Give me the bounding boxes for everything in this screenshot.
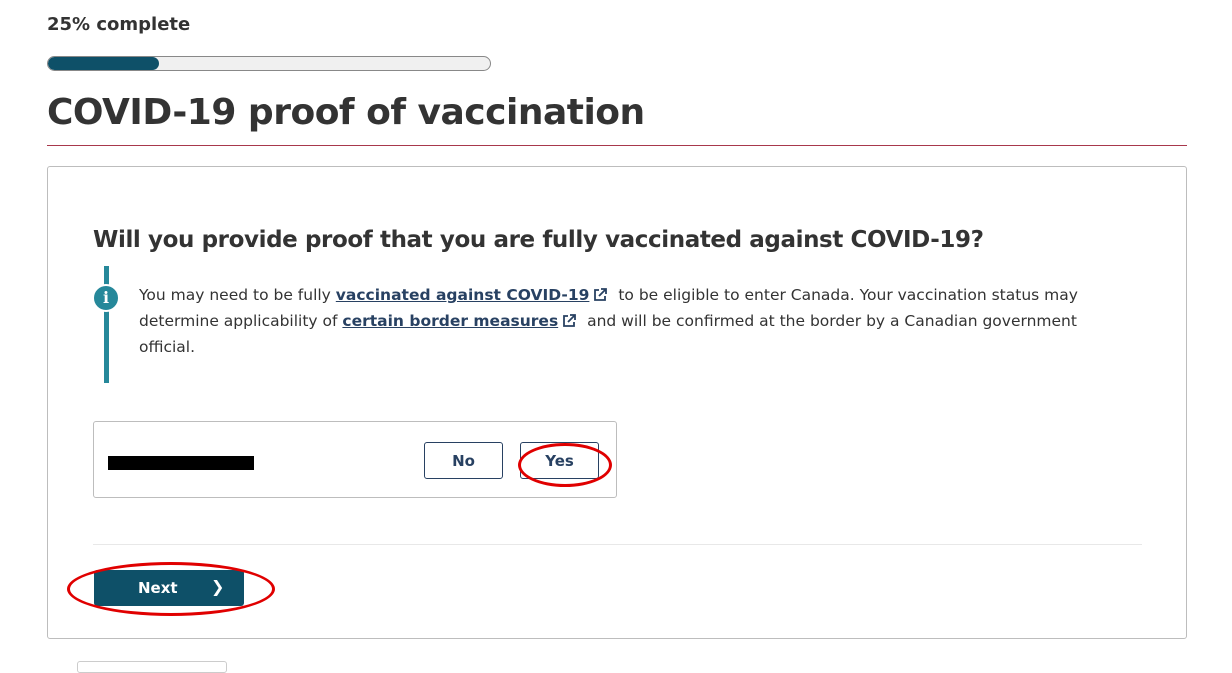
yes-button[interactable]: Yes <box>520 442 599 479</box>
info-icon: i <box>92 284 120 312</box>
external-link-icon <box>563 314 577 327</box>
bottom-button-stub[interactable] <box>77 661 227 673</box>
title-divider <box>47 145 1187 146</box>
progress-bar <box>47 56 491 71</box>
progress-bar-fill <box>48 57 159 70</box>
question-card: Will you provide proof that you are full… <box>47 166 1187 639</box>
info-text-part: You may need to be fully <box>139 286 336 304</box>
progress-label: 25% complete <box>47 14 191 35</box>
no-button[interactable]: No <box>424 442 503 479</box>
info-text: You may need to be fully vaccinated agai… <box>139 282 1114 360</box>
border-measures-link[interactable]: certain border measures <box>342 312 558 330</box>
answer-group: No Yes <box>93 421 617 498</box>
redacted-label <box>108 456 254 470</box>
next-button-label: Next <box>138 579 178 597</box>
next-button[interactable]: Next ❯ <box>94 570 244 606</box>
external-link-icon <box>594 288 608 301</box>
page-title: COVID-19 proof of vaccination <box>47 92 645 133</box>
question-title: Will you provide proof that you are full… <box>93 227 984 253</box>
actions-divider <box>93 544 1142 545</box>
vaccinated-link[interactable]: vaccinated against COVID-19 <box>336 286 590 304</box>
chevron-right-icon: ❯ <box>211 577 225 596</box>
